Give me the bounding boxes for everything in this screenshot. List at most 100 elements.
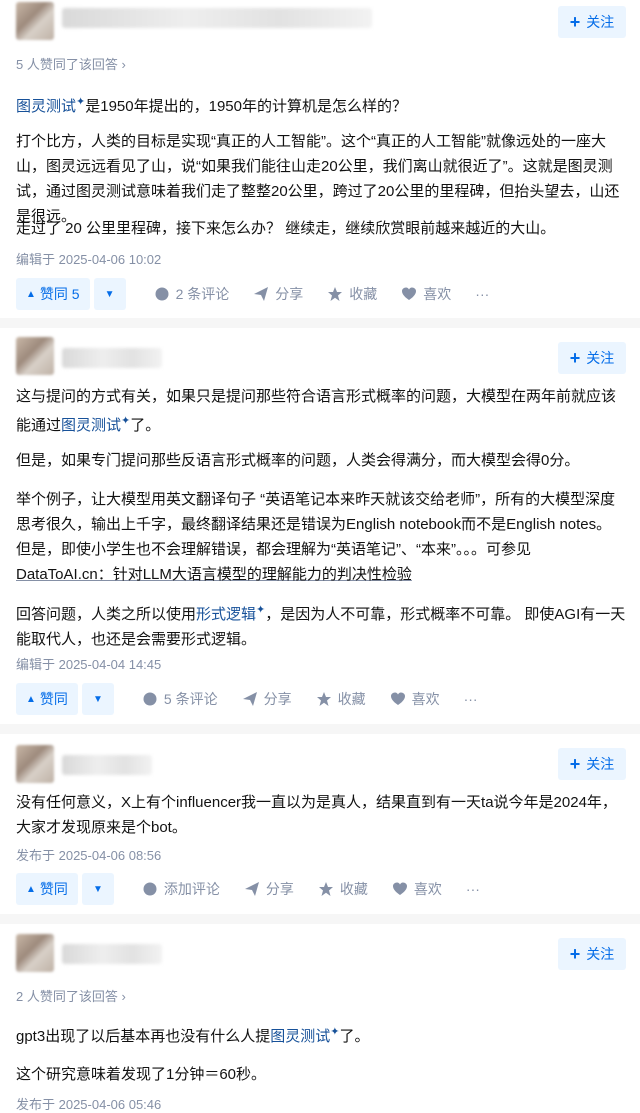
comment-count: 添加评论	[163, 881, 220, 897]
topic-link[interactable]: 图灵测试	[16, 98, 76, 115]
comment-icon	[143, 882, 157, 896]
favorite-button[interactable]: 收藏	[316, 689, 366, 709]
comment-button[interactable]: 5 条评论	[142, 689, 218, 709]
follow-label: 关注	[586, 350, 615, 366]
like-button[interactable]: 喜欢	[390, 689, 440, 709]
plus-icon: +	[569, 944, 581, 964]
more-dots-icon: ···	[463, 691, 478, 707]
paragraph: 这与提问的方式有关，如果只是提问那些符合语言形式概率的问题，大模型在两年前就应该…	[16, 384, 626, 438]
paragraph-text: 了。	[130, 417, 161, 434]
like-button[interactable]: 喜欢	[392, 879, 442, 899]
downvote-button[interactable]: ▼	[81, 873, 114, 905]
paragraph: 这个研究意味着发现了1分钟＝60秒。	[16, 1066, 267, 1083]
paragraph: 但是，如果专门提问那些反语言形式概率的问题，人类会得满分，而大模型会得0分。	[16, 452, 580, 469]
favorite-label: 收藏	[337, 691, 366, 707]
share-button[interactable]: 分享	[244, 879, 294, 899]
share-icon	[244, 882, 259, 896]
plus-icon: +	[569, 12, 581, 32]
avatar[interactable]	[16, 934, 54, 972]
edit-timestamp[interactable]: 编辑于 2025-04-06 10:02	[16, 249, 161, 268]
paragraph: 图灵测试✦是1950年提出的，1950年的计算机是怎么样的？	[16, 90, 626, 119]
action-bar: ▲ 赞同 ▼ 添加评论 分享 收藏 喜欢 ···	[16, 873, 480, 905]
divider	[0, 318, 640, 328]
avatar[interactable]	[16, 2, 54, 40]
favorite-label: 收藏	[339, 881, 368, 897]
follow-label: 关注	[586, 14, 615, 30]
topic-plus-icon: ✦	[121, 415, 131, 427]
paragraph: gpt3出现了以后基本再也没有什么人提图灵测试✦了。	[16, 1020, 626, 1049]
paragraph-text: 举个例子，让大模型用英文翻译句子 “英语笔记本来昨天就该交给老师”，所有的大模型…	[16, 491, 616, 558]
post-timestamp[interactable]: 发布于 2025-04-06 05:46	[16, 1094, 161, 1113]
paragraph-text: 回答问题，人类之所以使用	[16, 606, 197, 623]
action-bar: ▲ 赞同 5 ▼ 2 条评论 分享 收藏 喜欢 ···	[16, 278, 489, 310]
author-name-blurred[interactable]	[62, 944, 162, 964]
author-name-blurred[interactable]	[62, 8, 372, 28]
more-dots-icon: ···	[465, 881, 480, 897]
share-icon	[254, 287, 269, 301]
paragraph-text: 了。	[339, 1028, 370, 1045]
paragraph: 回答问题，人类之所以使用形式逻辑✦，是因为人不可靠，形式概率不可靠。 即使AGI…	[16, 598, 626, 652]
downvote-button[interactable]: ▼	[81, 683, 114, 715]
comment-button[interactable]: 2 条评论	[154, 284, 230, 304]
upvote-button[interactable]: ▲ 赞同	[16, 873, 78, 905]
triangle-up-icon: ▲	[26, 883, 36, 895]
reference-link[interactable]: DataToAI.cn：针对LLM大语言模型的理解能力的判决性检验	[16, 566, 412, 583]
like-button[interactable]: 喜欢	[401, 284, 451, 304]
favorite-button[interactable]: 收藏	[327, 284, 377, 304]
upvote-button[interactable]: ▲ 赞同	[16, 683, 78, 715]
topic-link[interactable]: 形式逻辑	[196, 606, 256, 623]
share-icon	[242, 692, 257, 706]
more-button[interactable]: ···	[464, 691, 478, 707]
author-name-blurred[interactable]	[62, 755, 152, 775]
downvote-button[interactable]: ▼	[93, 278, 126, 310]
paragraph: 打个比方，人类的目标是实现“真正的人工智能”。这个“真正的人工智能”就像远处的一…	[16, 133, 620, 225]
share-label: 分享	[265, 881, 294, 897]
comment-count: 5 条评论	[163, 691, 218, 707]
favorite-button[interactable]: 收藏	[318, 879, 368, 899]
like-label: 喜欢	[413, 881, 442, 897]
topic-link[interactable]: 图灵测试	[61, 417, 121, 434]
triangle-down-icon: ▼	[92, 693, 103, 705]
avatar[interactable]	[16, 745, 54, 783]
divider	[0, 914, 640, 924]
author-name-blurred[interactable]	[62, 348, 162, 368]
comment-count: 2 条评论	[175, 286, 230, 302]
more-button[interactable]: ···	[466, 881, 480, 897]
heart-icon	[392, 882, 407, 895]
action-bar: ▲ 赞同 ▼ 5 条评论 分享 收藏 喜欢 ···	[16, 683, 478, 715]
topic-plus-icon: ✦	[256, 604, 266, 616]
follow-label: 关注	[586, 756, 615, 772]
share-label: 分享	[263, 691, 292, 707]
comment-icon	[155, 287, 169, 301]
like-label: 喜欢	[411, 691, 440, 707]
star-icon	[318, 882, 333, 896]
upvote-note[interactable]: 2 人赞同了该回答 ›	[16, 986, 126, 1005]
plus-icon: +	[569, 348, 581, 368]
more-button[interactable]: ···	[475, 286, 489, 302]
follow-button[interactable]: + 关注	[558, 938, 626, 970]
divider	[0, 724, 640, 734]
triangle-down-icon: ▼	[92, 883, 103, 895]
paragraph-text: gpt3出现了以后基本再也没有什么人提	[16, 1028, 271, 1045]
like-label: 喜欢	[423, 286, 452, 302]
heart-icon	[402, 287, 417, 300]
topic-link[interactable]: 图灵测试	[270, 1028, 330, 1045]
upvote-button[interactable]: ▲ 赞同 5	[16, 278, 90, 310]
edit-timestamp[interactable]: 编辑于 2025-04-04 14:45	[16, 654, 161, 673]
avatar[interactable]	[16, 337, 54, 375]
share-label: 分享	[275, 286, 304, 302]
share-button[interactable]: 分享	[253, 284, 303, 304]
share-button[interactable]: 分享	[242, 689, 292, 709]
triangle-up-icon: ▲	[26, 693, 36, 705]
follow-button[interactable]: + 关注	[558, 6, 626, 38]
upvote-note[interactable]: 5 人赞同了该回答 ›	[16, 54, 126, 73]
paragraph: 举个例子，让大模型用英文翻译句子 “英语笔记本来昨天就该交给老师”，所有的大模型…	[16, 487, 626, 587]
follow-label: 关注	[586, 946, 615, 962]
paragraph: 没有任何意义，X上有个influencer我一直以为是真人，结果直到有一天ta说…	[16, 794, 617, 836]
post-timestamp[interactable]: 发布于 2025-04-06 08:56	[16, 845, 161, 864]
topic-plus-icon: ✦	[76, 96, 86, 108]
comment-button[interactable]: 添加评论	[142, 879, 220, 899]
follow-button[interactable]: + 关注	[558, 342, 626, 374]
comment-icon	[143, 692, 157, 706]
follow-button[interactable]: + 关注	[558, 748, 626, 780]
